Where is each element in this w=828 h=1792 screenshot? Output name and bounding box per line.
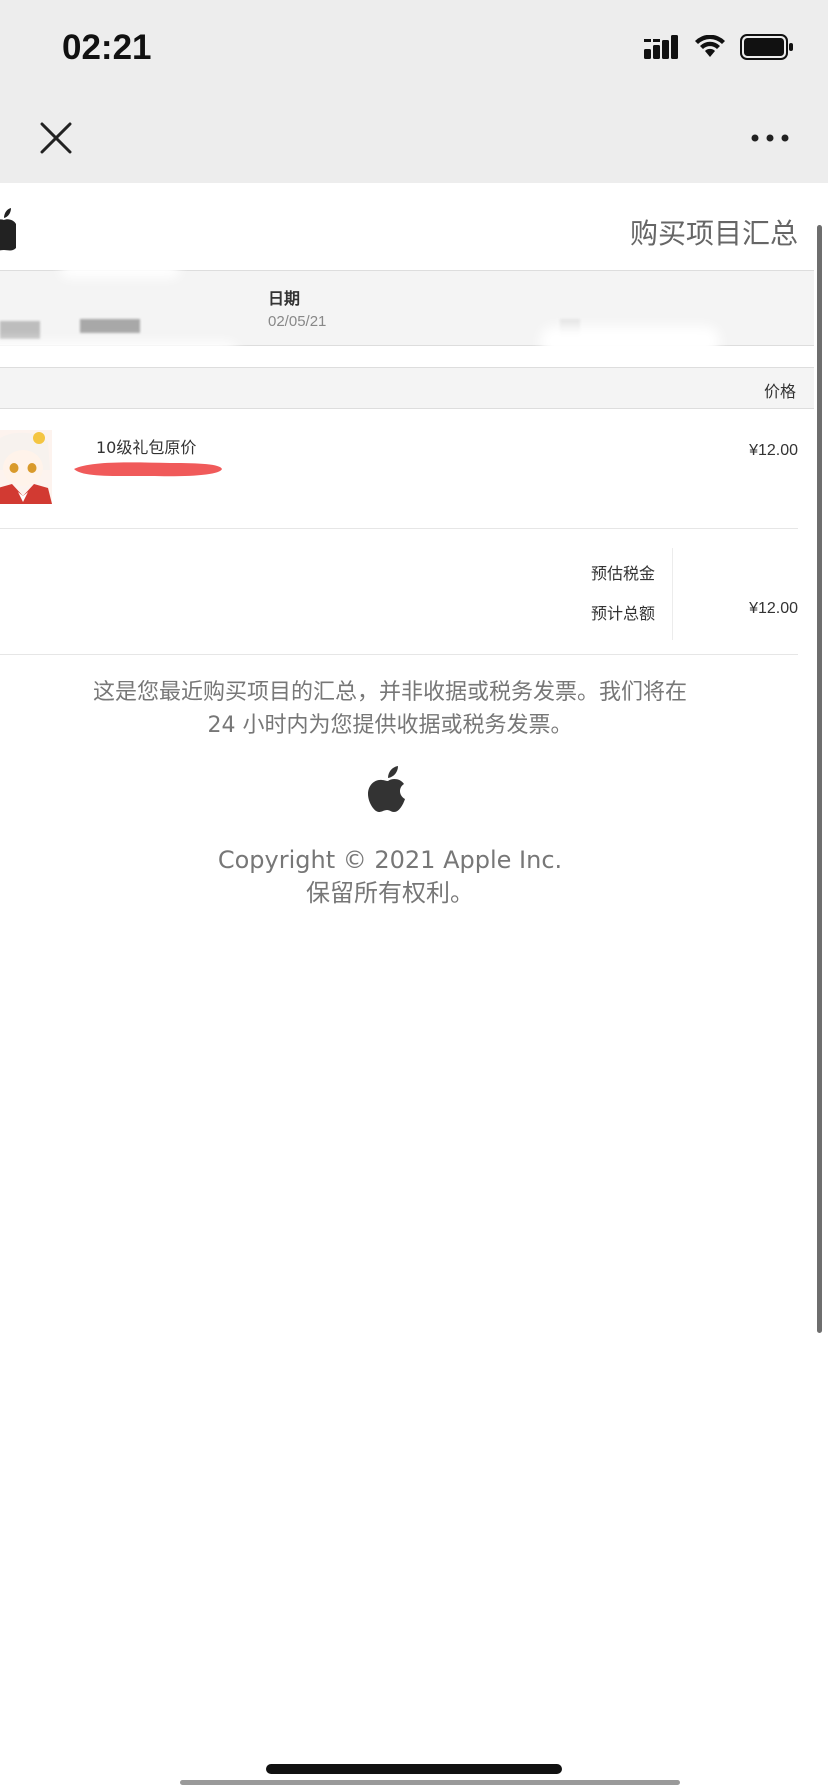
close-icon[interactable] bbox=[36, 118, 76, 158]
vertical-scrollbar[interactable] bbox=[817, 225, 822, 1333]
item-price: ¥12.00 bbox=[749, 442, 798, 459]
wifi-icon bbox=[695, 35, 725, 57]
item-name: 10级礼包原价 bbox=[96, 438, 197, 457]
purchase-summary-page: 02:21 购买项目汇总 日期 02/05/21 价格 10级礼包原价 ¥12.… bbox=[0, 0, 828, 1792]
date-value: 02/05/21 bbox=[268, 313, 327, 330]
receipt-notice: 这是您最近购买项目的汇总，并非收据或税务发票。我们将在 24 小时内为您提供收据… bbox=[40, 676, 740, 742]
redacted-block bbox=[80, 319, 140, 333]
apple-logo-icon bbox=[368, 766, 405, 812]
horizontal-scrollbar[interactable] bbox=[180, 1780, 680, 1785]
redaction-smear bbox=[60, 260, 180, 278]
totals-section: 预估税金 预计总额 ¥12.00 bbox=[0, 530, 798, 655]
receipt-title: 购买项目汇总 bbox=[629, 217, 798, 250]
copyright: Copyright © 2021 Apple Inc. 保留所有权利。 bbox=[40, 844, 740, 910]
purchase-item-row: 10级礼包原价 ¥12.00 bbox=[0, 408, 798, 529]
top-bar: 02:21 bbox=[0, 0, 828, 183]
redaction-scribble bbox=[74, 462, 222, 477]
copyright-line: Copyright © 2021 Apple Inc. bbox=[217, 846, 563, 874]
battery-icon bbox=[740, 34, 793, 60]
price-column-label: 价格 bbox=[763, 382, 796, 401]
estimated-total-value: ¥12.00 bbox=[749, 600, 798, 617]
cellular-signal-icon bbox=[644, 35, 678, 59]
totals-divider bbox=[672, 548, 673, 640]
item-artwork-image bbox=[0, 430, 52, 504]
status-icons bbox=[644, 34, 794, 60]
apple-logo-icon bbox=[0, 208, 16, 251]
estimated-tax-label: 预估税金 bbox=[590, 564, 655, 583]
copyright-line: 保留所有权利。 bbox=[306, 879, 474, 907]
more-icon[interactable] bbox=[750, 128, 790, 148]
price-header: 价格 bbox=[0, 367, 814, 409]
status-time: 02:21 bbox=[62, 28, 152, 67]
notice-line: 24 小时内为您提供收据或税务发票。 bbox=[207, 713, 573, 738]
estimated-total-label: 预计总额 bbox=[590, 604, 655, 623]
home-indicator[interactable] bbox=[266, 1764, 562, 1774]
redacted-block bbox=[0, 321, 40, 339]
date-label: 日期 bbox=[268, 289, 301, 308]
notice-line: 这是您最近购买项目的汇总，并非收据或税务发票。我们将在 bbox=[92, 680, 687, 705]
redaction-smear bbox=[540, 326, 720, 356]
